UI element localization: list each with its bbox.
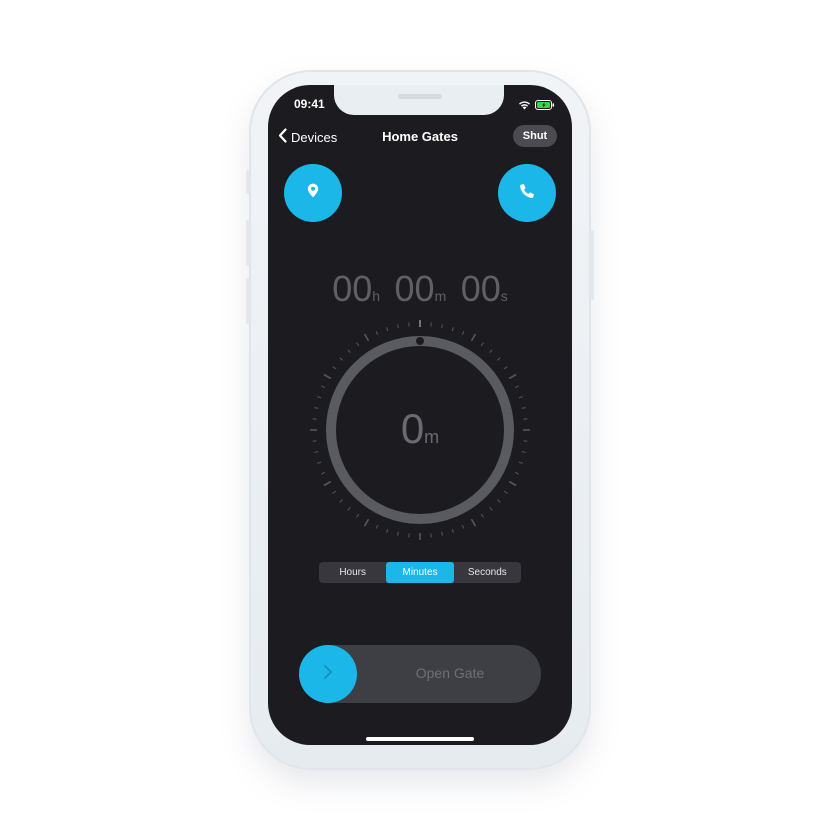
segment-minutes[interactable]: Minutes	[386, 562, 454, 583]
dial-tick	[441, 324, 443, 329]
home-indicator[interactable]	[366, 737, 474, 741]
dial-tick	[375, 524, 379, 529]
power-button	[590, 230, 594, 300]
dial-tick	[496, 357, 501, 361]
hours-value: 00	[332, 268, 373, 309]
wifi-icon	[518, 97, 531, 115]
dial-tick	[347, 349, 351, 354]
slider-label: Open Gate	[415, 665, 485, 681]
seconds-value: 00	[460, 268, 501, 309]
minutes-value: 00	[394, 268, 435, 309]
dial-tick	[323, 373, 332, 380]
dial-tick	[314, 407, 319, 409]
chevron-right-icon	[323, 664, 333, 685]
phone-notch	[334, 85, 504, 115]
dial-tick	[347, 506, 351, 511]
dial-tick	[496, 499, 501, 503]
dial-tick	[489, 506, 493, 511]
dial-tick	[397, 324, 399, 329]
dial-tick	[386, 528, 389, 533]
segment-seconds[interactable]: Seconds	[454, 562, 521, 583]
back-label: Devices	[291, 129, 338, 145]
dial-tick	[323, 480, 332, 487]
dial-unit: m	[424, 427, 440, 447]
dial-tick	[514, 385, 519, 389]
seconds-unit: s	[500, 288, 508, 304]
open-gate-slider[interactable]: Open Gate	[299, 645, 541, 703]
dial-tick	[397, 531, 399, 536]
dial-tick	[375, 331, 379, 336]
dial-tick	[314, 451, 319, 453]
dial-tick	[321, 471, 326, 475]
mute-switch	[246, 170, 250, 194]
hours-unit: h	[372, 288, 381, 304]
dial-tick	[451, 528, 454, 533]
dial-tick	[356, 342, 360, 347]
unit-segmented-control: Hours Minutes Seconds	[319, 562, 521, 583]
dial-tick	[470, 333, 477, 342]
slider-knob[interactable]	[299, 645, 357, 703]
dial-tick	[332, 490, 337, 494]
dial-center-value: 0m	[340, 405, 500, 453]
phone-icon	[519, 183, 535, 204]
volume-down-button	[246, 278, 250, 324]
page-title: Home Gates	[382, 129, 458, 144]
battery-charging-icon	[535, 97, 555, 115]
call-button[interactable]	[498, 164, 556, 222]
location-pin-icon	[307, 183, 319, 203]
dial-tick	[470, 518, 477, 527]
dial-tick	[514, 471, 519, 475]
dial-tick	[518, 461, 523, 464]
dial-tick	[321, 385, 326, 389]
dial-tick	[521, 407, 526, 409]
dial-tick	[503, 490, 508, 494]
dial-tick	[317, 461, 322, 464]
dial-tick	[356, 513, 360, 518]
dial-tick	[521, 451, 526, 453]
volume-up-button	[246, 220, 250, 266]
dial-tick	[451, 327, 454, 332]
location-button[interactable]	[284, 164, 342, 222]
dial-value: 0	[400, 405, 425, 452]
shut-button[interactable]: Shut	[513, 125, 557, 147]
chevron-left-icon	[278, 128, 287, 146]
dial-tick	[386, 327, 389, 332]
stage: 09:41 Devices Home Gates Shut 00h 00m 00…	[0, 0, 840, 840]
dial-tick	[363, 518, 370, 527]
dial-tick	[363, 333, 370, 342]
dial-tick	[480, 342, 484, 347]
dial-tick	[518, 396, 523, 399]
dial-tick	[461, 524, 465, 529]
dial-tick	[480, 513, 484, 518]
dial-tick	[339, 357, 344, 361]
phone-speaker	[398, 94, 442, 99]
dial-tick	[461, 331, 465, 336]
timer-readout: 00h 00m 00s	[300, 268, 540, 310]
dial-tick	[339, 499, 344, 503]
dial-tick	[508, 373, 517, 380]
status-icons	[518, 97, 555, 115]
dial-tick	[503, 366, 508, 370]
dial-tick	[332, 366, 337, 370]
dial-tick	[441, 531, 443, 536]
segment-hours[interactable]: Hours	[319, 562, 386, 583]
dial-tick	[489, 349, 493, 354]
dial-tick	[317, 396, 322, 399]
minutes-unit: m	[434, 288, 447, 304]
status-time: 09:41	[294, 97, 325, 111]
dial-handle[interactable]	[416, 337, 424, 345]
dial-tick	[508, 480, 517, 487]
back-button[interactable]: Devices	[278, 128, 337, 146]
